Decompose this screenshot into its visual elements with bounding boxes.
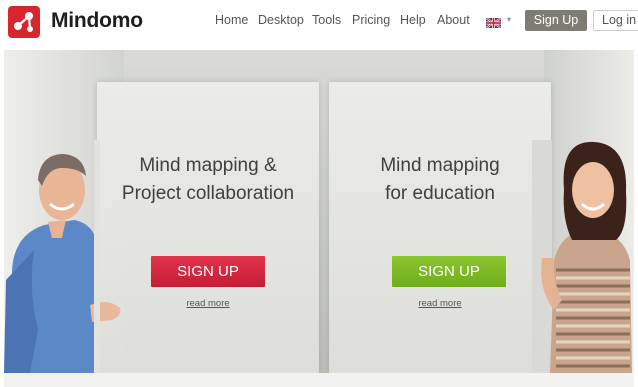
signup-education-button[interactable]: SIGN UP <box>392 256 506 287</box>
panel-title-line2: for education <box>385 183 495 204</box>
panel-title-line1: Mind mapping <box>380 155 500 176</box>
signup-business-button[interactable]: SIGN UP <box>151 256 265 287</box>
header-signup-button[interactable]: Sign Up <box>525 10 587 31</box>
chevron-down-icon[interactable]: ▾ <box>507 15 511 24</box>
student-woman-image <box>532 140 632 373</box>
nav-help-link[interactable]: Help <box>400 13 426 27</box>
site-header: Mindomo Home Desktop Tools Pricing Help … <box>0 0 638 45</box>
hero-banner: Mind mapping & Project collaboration SIG… <box>4 50 634 373</box>
nav-tools-link[interactable]: Tools <box>312 13 341 27</box>
nav-home-link[interactable]: Home <box>215 13 248 27</box>
nav-pricing-link[interactable]: Pricing <box>352 13 390 27</box>
nav-desktop-link[interactable]: Desktop <box>258 13 304 27</box>
page-bottom-strip <box>4 373 634 387</box>
brand-name[interactable]: Mindomo <box>51 9 143 33</box>
uk-flag-icon[interactable] <box>486 18 501 28</box>
businessman-image <box>4 140 121 373</box>
header-login-button[interactable]: Log in <box>593 10 638 31</box>
nav-about-link[interactable]: About <box>437 13 470 27</box>
read-more-link[interactable]: read more <box>329 298 551 309</box>
mindomo-logo-icon[interactable] <box>8 6 40 38</box>
panel-title: Mind mapping for education <box>329 152 551 208</box>
education-panel: Mind mapping for education SIGN UP read … <box>329 82 551 373</box>
